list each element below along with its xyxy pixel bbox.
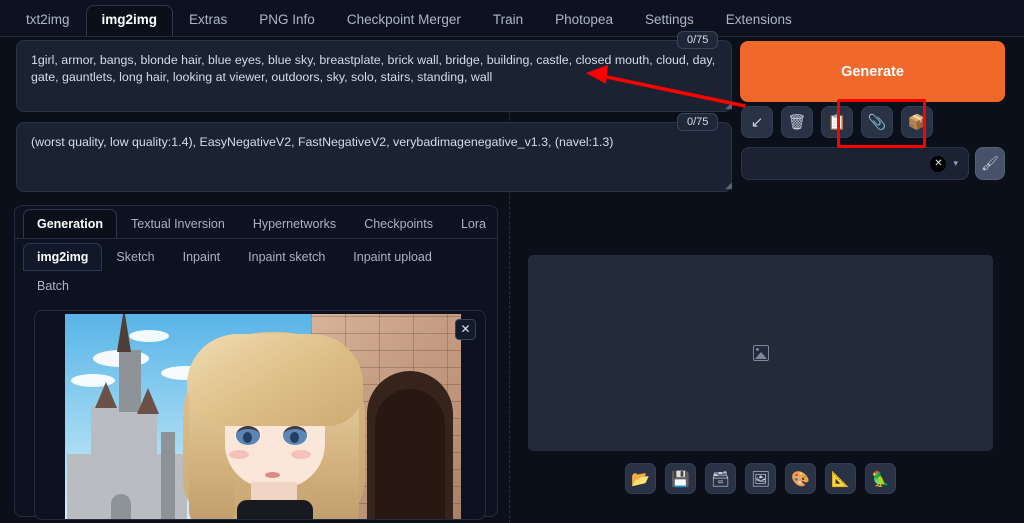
archway-inner xyxy=(375,389,445,519)
tab-checkpoint-merger[interactable]: Checkpoint Merger xyxy=(331,5,477,36)
clear-prompt-icon[interactable]: 🗑 xyxy=(781,106,813,138)
positive-prompt-input[interactable]: 1girl, armor, bangs, blonde hair, blue e… xyxy=(16,40,732,112)
prompt-tools-row: ↙ 🗑 📋 📎 📦 xyxy=(741,106,933,138)
mouth xyxy=(265,472,280,478)
positive-token-counter: 0/75 xyxy=(677,31,719,49)
read-generation-parameters-icon[interactable]: 📋 xyxy=(821,106,853,138)
open-folder-icon[interactable]: 📂 xyxy=(625,463,656,494)
tab-mode-sketch[interactable]: Sketch xyxy=(102,243,168,271)
clear-styles-icon[interactable]: ✕ xyxy=(930,155,947,172)
generate-button[interactable]: Generate xyxy=(740,41,1005,102)
image-placeholder-icon xyxy=(752,345,769,361)
generation-tab-bar: Generation Textual Inversion Hypernetwor… xyxy=(15,206,497,239)
negative-prompt-resize-grip[interactable]: ◢ xyxy=(722,180,732,190)
castle-roof xyxy=(95,382,117,408)
hair-bangs xyxy=(187,334,363,426)
send-to-extras-icon[interactable]: 📐 xyxy=(825,463,856,494)
source-image-thumbnail[interactable] xyxy=(65,314,461,519)
blush-right xyxy=(291,450,311,459)
castle-gate xyxy=(111,494,131,519)
save-icon[interactable]: 💾 xyxy=(665,463,696,494)
mode-tab-bar: img2img Sketch Inpaint Inpaint sketch In… xyxy=(15,239,497,300)
turtleneck-collar xyxy=(237,500,313,519)
tab-checkpoints[interactable]: Checkpoints xyxy=(350,209,447,238)
chevron-down-icon[interactable]: ▾ xyxy=(953,158,958,169)
castle-roof xyxy=(137,388,159,414)
tab-train[interactable]: Train xyxy=(477,5,539,36)
castle-turret xyxy=(161,432,175,519)
tab-hypernetworks[interactable]: Hypernetworks xyxy=(239,209,350,238)
negative-prompt-input[interactable]: (worst quality, low quality:1.4), EasyNe… xyxy=(16,122,732,192)
tab-png-info[interactable]: PNG Info xyxy=(243,5,331,36)
pane-divider xyxy=(509,42,510,523)
restore-progress-icon[interactable]: ↙ xyxy=(741,106,773,138)
stable-diffusion-webui: txt2img img2img Extras PNG Info Checkpoi… xyxy=(0,0,1024,523)
castle-spire xyxy=(117,314,131,352)
extra-networks-icon[interactable]: 📎 xyxy=(861,106,893,138)
styles-dropdown[interactable]: ✕ ▾ xyxy=(741,147,969,180)
main-tab-bar: txt2img img2img Extras PNG Info Checkpoi… xyxy=(0,0,1024,37)
save-zip-icon[interactable]: 🗃 xyxy=(705,463,736,494)
send-to-parrot-icon[interactable]: 🦜 xyxy=(865,463,896,494)
cloud-shape xyxy=(129,330,169,342)
tab-txt2img[interactable]: txt2img xyxy=(10,5,86,36)
remove-image-button[interactable]: ✕ xyxy=(455,319,476,340)
tab-mode-inpaint[interactable]: Inpaint xyxy=(169,243,235,271)
send-to-img2img-icon[interactable]: 🖼 xyxy=(745,463,776,494)
tab-extras[interactable]: Extras xyxy=(173,5,243,36)
blush-left xyxy=(229,450,249,459)
eye-left xyxy=(236,426,260,445)
positive-prompt-resize-grip[interactable]: ◢ xyxy=(722,100,732,110)
tab-photopea[interactable]: Photopea xyxy=(539,5,629,36)
tab-img2img[interactable]: img2img xyxy=(85,5,174,36)
eye-right xyxy=(283,426,307,445)
tab-generation[interactable]: Generation xyxy=(23,209,117,238)
edit-styles-button[interactable]: 🖌 xyxy=(975,147,1005,180)
source-image-drop-area[interactable]: ✕ xyxy=(34,310,486,520)
tab-extensions[interactable]: Extensions xyxy=(710,5,808,36)
tab-mode-img2img[interactable]: img2img xyxy=(23,243,103,271)
send-to-inpaint-icon[interactable]: 🎨 xyxy=(785,463,816,494)
output-gallery[interactable] xyxy=(528,255,993,451)
tab-mode-inpaint-upload[interactable]: Inpaint upload xyxy=(339,243,446,271)
output-toolbar: 📂 💾 🗃 🖼 🎨 📐 🦜 xyxy=(528,463,993,494)
show-extra-networks-icon[interactable]: 📦 xyxy=(901,106,933,138)
tab-mode-inpaint-sketch[interactable]: Inpaint sketch xyxy=(234,243,339,271)
negative-token-counter: 0/75 xyxy=(677,113,719,131)
tab-textual-inversion[interactable]: Textual Inversion xyxy=(117,209,239,238)
tab-mode-batch[interactable]: Batch xyxy=(23,272,83,300)
tab-lora[interactable]: Lora xyxy=(447,209,500,238)
